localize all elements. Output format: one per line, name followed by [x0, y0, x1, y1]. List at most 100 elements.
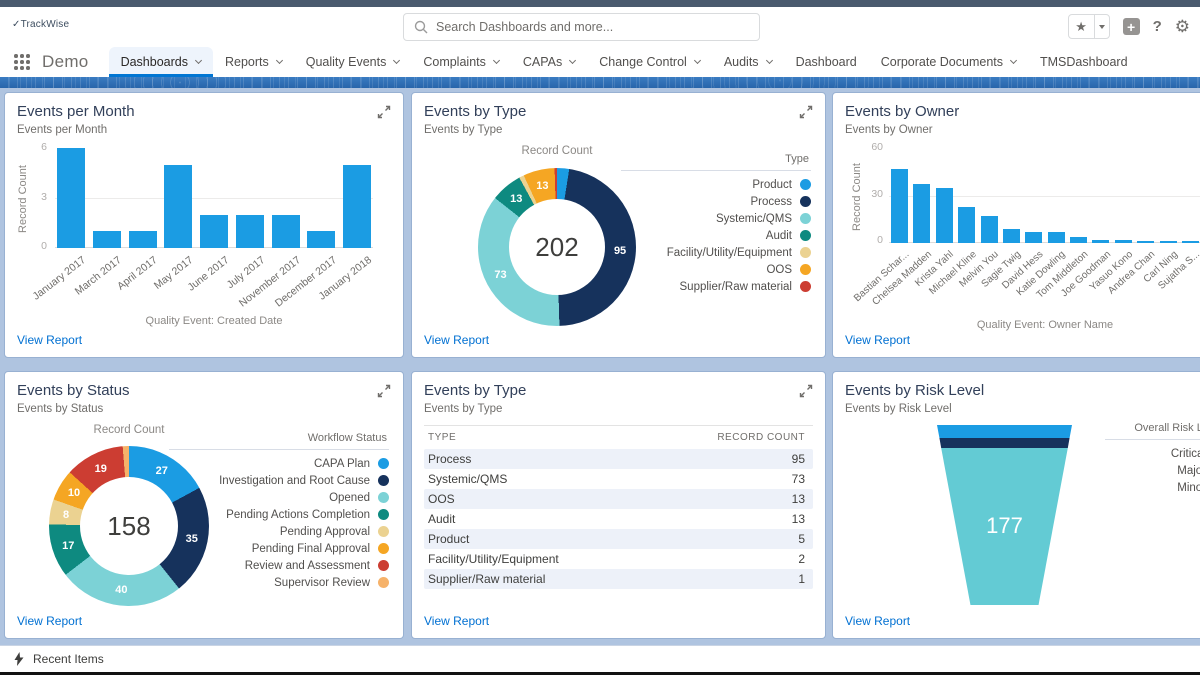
slice-value-label: 40	[115, 584, 127, 596]
expand-icon[interactable]	[799, 384, 813, 398]
bar[interactable]	[236, 215, 264, 248]
card-title: Events by Owner	[845, 103, 959, 120]
expand-icon[interactable]	[799, 105, 813, 119]
view-report-link[interactable]: View Report	[424, 614, 489, 628]
bar[interactable]	[57, 148, 85, 248]
search-input[interactable]	[436, 20, 749, 34]
legend-label: Review and Assessment	[245, 560, 370, 572]
donut-chart[interactable]: 202 95731313	[478, 168, 636, 326]
bar[interactable]	[981, 216, 998, 243]
global-search[interactable]	[403, 13, 760, 41]
bar[interactable]	[958, 207, 975, 243]
tab-corporate-documents[interactable]: Corporate Documents	[869, 47, 1028, 77]
expand-icon[interactable]	[377, 384, 391, 398]
bar[interactable]	[891, 169, 908, 243]
bar[interactable]	[200, 215, 228, 248]
legend-item[interactable]: Minor	[1105, 479, 1200, 496]
table-row[interactable]: Product5	[424, 529, 813, 549]
legend-dot	[378, 577, 389, 588]
tab-tmsdashboard[interactable]: TMSDashboard	[1028, 47, 1140, 77]
bar[interactable]	[164, 165, 192, 248]
global-actions-button[interactable]: +	[1123, 18, 1140, 35]
legend-item[interactable]: Supplier/Raw material	[621, 278, 811, 295]
bar[interactable]	[1048, 232, 1065, 243]
chevron-down-icon	[766, 56, 773, 63]
legend-item[interactable]: CAPA Plan	[169, 455, 389, 472]
bar[interactable]	[1115, 240, 1132, 243]
legend-item[interactable]: Supervisor Review	[169, 574, 389, 591]
legend-dot	[378, 560, 389, 571]
view-report-link[interactable]: View Report	[424, 333, 489, 347]
app-launcher-waffle-icon[interactable]	[14, 54, 30, 70]
setup-gear-button[interactable]: ⚙	[1175, 18, 1190, 35]
bar[interactable]	[272, 215, 300, 248]
bar[interactable]	[343, 165, 371, 248]
table-row[interactable]: Audit13	[424, 509, 813, 529]
column-header-type[interactable]: TYPE	[428, 432, 456, 443]
tab-capas[interactable]: CAPAs	[511, 47, 587, 77]
funnel-stage-major[interactable]	[937, 438, 1072, 448]
tab-change-control[interactable]: Change Control	[587, 47, 712, 77]
tab-reports[interactable]: Reports	[213, 47, 294, 77]
legend-item[interactable]: Review and Assessment	[169, 557, 389, 574]
legend-item[interactable]: Facility/Utility/Equipment	[621, 244, 811, 261]
recent-items-button[interactable]: Recent Items	[33, 652, 104, 666]
app-navigation-bar: Demo DashboardsReportsQuality EventsComp…	[0, 47, 1200, 77]
funnel-chart[interactable]: 177	[937, 425, 1072, 605]
funnel-stage-critical[interactable]	[937, 425, 1072, 438]
legend-item[interactable]: Audit	[621, 227, 811, 244]
cell-type: Facility/Utility/Equipment	[428, 552, 559, 566]
bar[interactable]	[1070, 237, 1087, 243]
view-report-link[interactable]: View Report	[17, 614, 82, 628]
legend-item[interactable]: OOS	[621, 261, 811, 278]
legend-item[interactable]: Product	[621, 176, 811, 193]
bar[interactable]	[1003, 229, 1020, 243]
favorites-button-group[interactable]: ★	[1068, 14, 1110, 39]
table-row[interactable]: Systemic/QMS73	[424, 469, 813, 489]
tab-audits[interactable]: Audits	[712, 47, 784, 77]
legend-label: Critical	[1171, 448, 1200, 460]
bar[interactable]	[129, 231, 157, 248]
legend-item[interactable]: Opened	[169, 489, 389, 506]
legend-item[interactable]: Pending Approval	[169, 523, 389, 540]
legend-item[interactable]: Investigation and Root Cause	[169, 472, 389, 489]
bar[interactable]	[307, 231, 335, 248]
donut-total: 202	[535, 232, 578, 263]
view-report-link[interactable]: View Report	[845, 333, 910, 347]
cell-record-count: 1	[798, 572, 805, 586]
table-row[interactable]: Supplier/Raw material1	[424, 569, 813, 589]
tab-dashboards[interactable]: Dashboards	[109, 47, 213, 77]
chart-legend: Workflow Status CAPA PlanInvestigation a…	[169, 432, 389, 591]
view-report-link[interactable]: View Report	[17, 333, 82, 347]
bar[interactable]	[1160, 241, 1177, 243]
legend-label: Process	[750, 196, 792, 208]
help-button[interactable]: ?	[1153, 18, 1162, 35]
table-row[interactable]: OOS13	[424, 489, 813, 509]
legend-item[interactable]: Systemic/QMS	[621, 210, 811, 227]
legend-item[interactable]: Pending Final Approval	[169, 540, 389, 557]
bar[interactable]	[1025, 232, 1042, 243]
legend-item[interactable]: Critical	[1105, 445, 1200, 462]
bar[interactable]	[913, 184, 930, 243]
view-report-link[interactable]: View Report	[845, 614, 910, 628]
tab-complaints[interactable]: Complaints	[411, 47, 511, 77]
tab-quality-events[interactable]: Quality Events	[294, 47, 412, 77]
column-header-record-count[interactable]: RECORD COUNT	[717, 432, 805, 443]
legend-item[interactable]: Major	[1105, 462, 1200, 479]
chart-legend: Type ProductProcessSystemic/QMSAuditFaci…	[621, 153, 811, 295]
tab-label: Dashboard	[796, 55, 857, 69]
legend-dot	[378, 509, 389, 520]
table-row[interactable]: Facility/Utility/Equipment2	[424, 549, 813, 569]
bar[interactable]	[93, 231, 121, 248]
tab-dashboard[interactable]: Dashboard	[784, 47, 869, 77]
bar[interactable]	[936, 188, 953, 243]
favorites-dropdown-button[interactable]	[1094, 15, 1109, 38]
bar[interactable]	[1092, 240, 1109, 243]
bar[interactable]	[1137, 241, 1154, 243]
favorite-star-icon[interactable]: ★	[1069, 15, 1094, 38]
bar[interactable]	[1182, 241, 1199, 243]
legend-item[interactable]: Pending Actions Completion	[169, 506, 389, 523]
expand-icon[interactable]	[377, 105, 391, 119]
legend-item[interactable]: Process	[621, 193, 811, 210]
table-row[interactable]: Process95	[424, 449, 813, 469]
